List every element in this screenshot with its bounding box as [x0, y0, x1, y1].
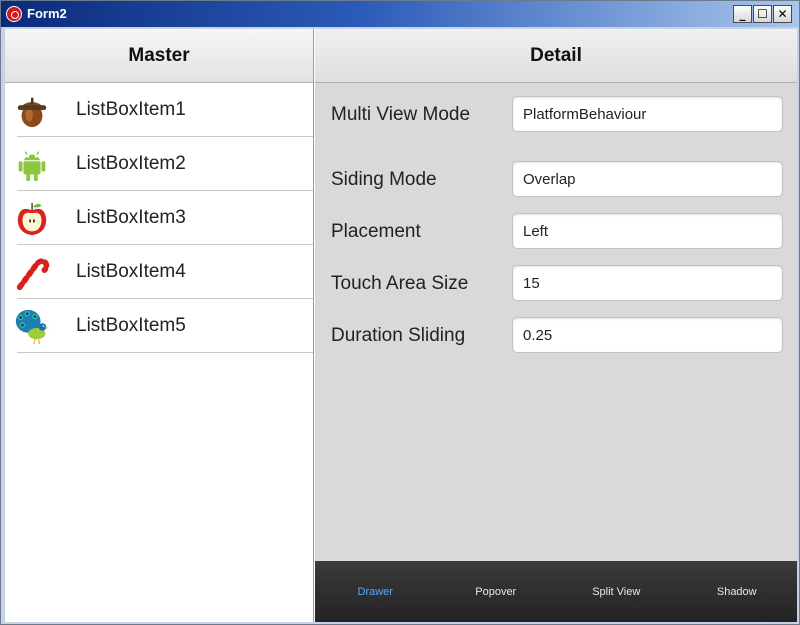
- multi-view-mode-row: Multi View Mode: [315, 96, 797, 136]
- touch-area-size-row: Touch Area Size: [315, 265, 797, 305]
- list-item-label: ListBoxItem4: [76, 261, 186, 282]
- list-item-label: ListBoxItem3: [76, 207, 186, 228]
- client-area: Master ListBoxItem1 ListBoxItem2 ListBox…: [5, 29, 797, 622]
- tab-shadow[interactable]: Shadow: [677, 561, 798, 622]
- touch-area-size-input[interactable]: [512, 265, 783, 301]
- android-icon: [18, 151, 46, 182]
- master-list: ListBoxItem1 ListBoxItem2 ListBoxItem3 L…: [5, 83, 313, 353]
- list-item-label: ListBoxItem2: [76, 153, 186, 174]
- title-bar[interactable]: Form2 _ ☐ ✕: [1, 1, 799, 27]
- list-item[interactable]: ListBoxItem2: [5, 137, 313, 191]
- list-item[interactable]: ListBoxItem1: [5, 83, 313, 137]
- multi-view-mode-label: Multi View Mode: [331, 104, 471, 125]
- candy-cane-icon: [16, 258, 50, 291]
- duration-sliding-input[interactable]: [512, 317, 783, 353]
- list-item-label: ListBoxItem1: [76, 99, 186, 120]
- list-item[interactable]: ListBoxItem5: [5, 299, 313, 353]
- duration-sliding-row: Duration Sliding: [315, 317, 797, 357]
- window: Form2 _ ☐ ✕ Master ListBoxItem1 ListBoxI…: [0, 0, 800, 625]
- siding-mode-row: Siding Mode: [315, 161, 797, 201]
- siding-mode-label: Siding Mode: [331, 169, 437, 190]
- list-item[interactable]: ListBoxItem3: [5, 191, 313, 245]
- detail-header: Detail: [315, 29, 797, 83]
- acorn-icon: [17, 97, 47, 128]
- tab-bar: Drawer Popover Split View Shadow: [315, 561, 797, 622]
- duration-sliding-label: Duration Sliding: [331, 325, 466, 346]
- master-header: Master: [5, 29, 313, 83]
- close-button[interactable]: ✕: [773, 5, 792, 23]
- placement-input[interactable]: [512, 213, 783, 249]
- maximize-button[interactable]: ☐: [753, 5, 772, 23]
- tab-split-view[interactable]: Split View: [556, 561, 677, 622]
- list-item[interactable]: ListBoxItem4: [5, 245, 313, 299]
- multi-view-mode-input[interactable]: [512, 96, 783, 132]
- touch-area-size-label: Touch Area Size: [331, 273, 469, 294]
- tab-popover[interactable]: Popover: [436, 561, 557, 622]
- peacock-icon: [15, 309, 50, 345]
- apple-icon: [17, 202, 47, 236]
- placement-row: Placement: [315, 213, 797, 253]
- tab-drawer[interactable]: Drawer: [315, 561, 436, 622]
- minimize-button[interactable]: _: [733, 5, 752, 23]
- app-icon: [6, 6, 22, 22]
- list-item-label: ListBoxItem5: [76, 315, 186, 336]
- master-pane: Master ListBoxItem1 ListBoxItem2 ListBox…: [5, 29, 314, 622]
- detail-pane: Detail Multi View Mode Siding Mode Place…: [315, 29, 797, 622]
- placement-label: Placement: [331, 221, 421, 242]
- siding-mode-input[interactable]: [512, 161, 783, 197]
- window-title: Form2: [27, 6, 67, 21]
